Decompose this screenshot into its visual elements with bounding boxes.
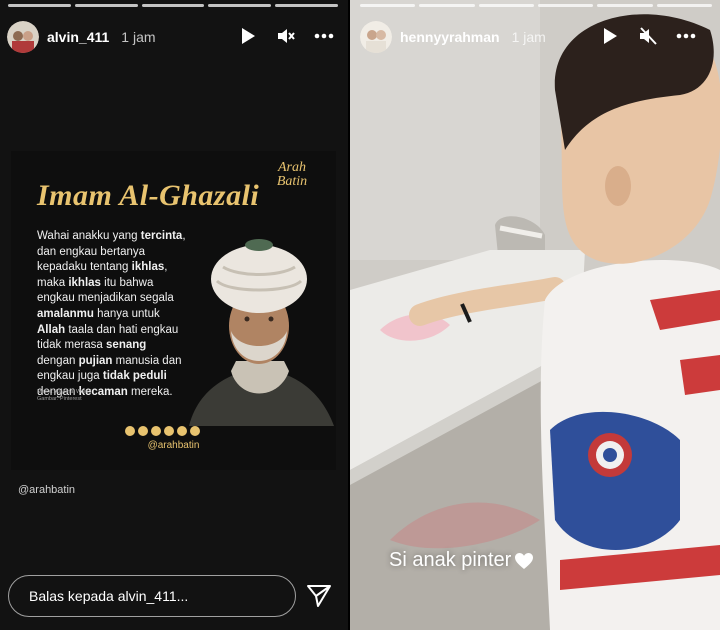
play-icon[interactable] xyxy=(598,24,622,48)
send-icon[interactable] xyxy=(306,583,332,609)
story-caption: Si anak pinter xyxy=(389,549,534,572)
story-header: hennyyrahman 1 jam xyxy=(360,20,546,54)
facebook-icon xyxy=(164,426,174,436)
card-title: Imam Al-Ghazali xyxy=(37,179,260,212)
more-horizontal-icon[interactable] xyxy=(312,24,336,48)
instagram-icon xyxy=(125,426,135,436)
story-post-card: Imam Al-Ghazali Arah Batin Wahai anakku … xyxy=(11,151,336,470)
card-quote: Wahai anakku yang tercinta, dan engkau b… xyxy=(37,230,186,398)
story-photo xyxy=(350,0,720,630)
card-credits: Materi: Ayyuhal Walad Gambar: Pinterest xyxy=(37,389,92,402)
play-icon[interactable] xyxy=(236,24,260,48)
twitter-icon xyxy=(138,426,148,436)
volume-mute-icon[interactable] xyxy=(636,24,660,48)
timestamp: 1 jam xyxy=(121,29,156,45)
avatar[interactable] xyxy=(360,21,392,53)
more-horizontal-icon[interactable] xyxy=(674,24,698,48)
volume-mute-icon[interactable] xyxy=(274,24,298,48)
youtube-icon xyxy=(151,426,161,436)
social-icons-row xyxy=(125,426,200,436)
heart-icon xyxy=(514,552,534,570)
story-progress-bar xyxy=(360,4,712,7)
mention-sticker[interactable]: @arahbatin xyxy=(18,484,75,496)
avatar[interactable] xyxy=(7,21,39,53)
reply-input[interactable]: Balas kepada alvin_411... xyxy=(8,575,296,617)
timestamp: 1 jam xyxy=(511,29,546,45)
username[interactable]: alvin_411 xyxy=(47,29,109,45)
tiktok-icon xyxy=(190,426,200,436)
story-progress-bar xyxy=(8,4,338,7)
username[interactable]: hennyyrahman xyxy=(400,29,500,45)
story-panel-left[interactable]: alvin_411 1 jam Imam Al-Ghazali Arah Bat… xyxy=(0,0,348,630)
card-handle: @arahbatin xyxy=(147,440,200,451)
story-panel-right[interactable]: hennyyrahman 1 jam Si anak pinter xyxy=(350,0,720,630)
telegram-icon xyxy=(177,426,187,436)
story-header: alvin_411 1 jam xyxy=(7,20,156,54)
card-logo: Arah Batin xyxy=(276,160,308,189)
